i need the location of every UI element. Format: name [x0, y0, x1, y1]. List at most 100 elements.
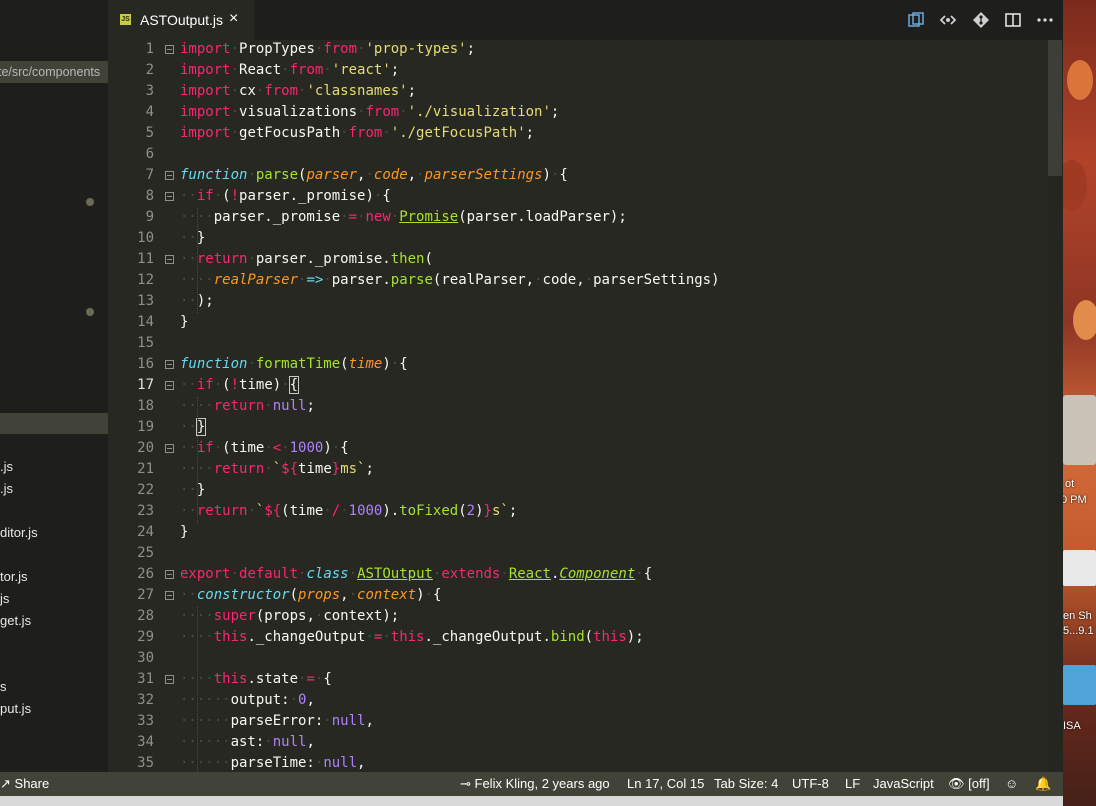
fold-collapse-icon[interactable] [165, 675, 174, 684]
javascript-file-icon: JS [120, 14, 131, 25]
line-number: 10 [137, 230, 154, 246]
code-line[interactable]: 15 [108, 333, 1048, 354]
code-line[interactable]: 30 [108, 648, 1048, 669]
code-line[interactable]: 4 import·visualizations·from·'./visualiza… [108, 102, 1048, 123]
language-mode[interactable]: JavaScript [873, 772, 934, 796]
eye-icon: 👁 [948, 776, 969, 791]
explorer-folder-path[interactable]: te/src/components [0, 61, 108, 83]
code-line[interactable]: 18 ····return·null; [108, 396, 1048, 417]
code-line[interactable]: 9 ····parser._promise·=·new·Promise(parse… [108, 207, 1048, 228]
code-line[interactable]: 22 ··} [108, 480, 1048, 501]
editor-scrollbar-thumb[interactable] [1048, 40, 1062, 176]
code-line[interactable]: 14} [108, 312, 1048, 333]
code-line[interactable]: 6 [108, 144, 1048, 165]
fold-collapse-icon[interactable] [165, 360, 174, 369]
code-text: ····this._changeOutput·=·this._changeOut… [180, 629, 644, 645]
code-line[interactable]: 25 [108, 543, 1048, 564]
code-line[interactable]: 34 ······ast:·null, [108, 732, 1048, 753]
code-line[interactable]: 29 ····this._changeOutput·=·this._changeO… [108, 627, 1048, 648]
more-actions-icon[interactable] [1036, 11, 1054, 29]
code-text: ··if·(time·<·1000)·{ [180, 440, 349, 456]
code-editor[interactable]: 1 import·PropTypes·from·'prop-types'; 2 imp… [108, 40, 1063, 772]
desktop-image-thumbnail[interactable] [1063, 665, 1096, 705]
fold-collapse-icon[interactable] [165, 45, 174, 54]
code-line[interactable]: 5 import·getFocusPath·from·'./getFocusPat… [108, 123, 1048, 144]
explorer-file-item[interactable]: .js [0, 459, 13, 474]
line-number: 6 [145, 146, 154, 162]
code-line[interactable]: 2 import·React·from·'react'; [108, 60, 1048, 81]
code-line[interactable]: 1 import·PropTypes·from·'prop-types'; [108, 40, 1048, 60]
fold-collapse-icon[interactable] [165, 171, 174, 180]
code-line[interactable]: 26 export·default·class·ASTOutput·extends… [108, 564, 1048, 585]
tab-astoutput[interactable]: JS ASTOutput.js × [108, 0, 254, 40]
code-line[interactable]: 3 import·cx·from·'classnames'; [108, 81, 1048, 102]
close-tab-icon[interactable]: × [229, 10, 238, 28]
share-button[interactable]: ↗ Share [0, 772, 49, 796]
desktop-screenshot-thumbnail[interactable] [1063, 550, 1096, 586]
code-line[interactable]: 7 function·parse(parser,·code,·parserSett… [108, 165, 1048, 186]
code-line[interactable]: 32 ······output:·0, [108, 690, 1048, 711]
explorer-file-item[interactable]: s [0, 679, 7, 694]
line-number: 9 [145, 209, 154, 225]
git-icon[interactable] [972, 11, 990, 29]
indent-guide [197, 208, 198, 313]
explorer-file-item[interactable]: .js [0, 481, 13, 496]
line-number: 13 [137, 293, 154, 309]
explorer-file-item[interactable]: put.js [0, 701, 31, 716]
fold-collapse-icon[interactable] [165, 255, 174, 264]
line-number: 14 [137, 314, 154, 330]
split-editor-icon[interactable] [1004, 11, 1022, 29]
code-text: } [180, 314, 189, 330]
line-number: 20 [137, 440, 154, 456]
line-number: 29 [137, 629, 154, 645]
code-line[interactable]: 27 ··constructor(props,·context)·{ [108, 585, 1048, 606]
fold-collapse-icon[interactable] [165, 444, 174, 453]
commit-icon: ⊸ [460, 776, 475, 791]
line-number: 23 [137, 503, 154, 519]
code-line[interactable]: 33 ······parseError:·null, [108, 711, 1048, 732]
explorer-file-item[interactable]: tor.js [0, 569, 27, 584]
code-line[interactable]: 28 ····super(props,·context); [108, 606, 1048, 627]
desktop-file-thumbnail[interactable] [1063, 395, 1096, 465]
code-line[interactable]: 11 ··return·parser._promise.then( [108, 249, 1048, 270]
fold-collapse-icon[interactable] [165, 381, 174, 390]
line-number: 35 [137, 755, 154, 771]
explorer-file-item[interactable]: ditor.js [0, 525, 38, 540]
code-text: ······parseTime:·null, [180, 755, 366, 771]
tab-size[interactable]: Tab Size: 4 [714, 772, 778, 796]
code-text: } [180, 524, 189, 540]
preview-toggle[interactable]: 👁 [off] [948, 772, 990, 796]
explorer-file-item[interactable]: get.js [0, 613, 31, 628]
fold-collapse-icon[interactable] [165, 591, 174, 600]
code-line[interactable]: 24} [108, 522, 1048, 543]
git-blame-item[interactable]: ⊸ Felix Kling, 2 years ago [460, 772, 610, 796]
open-changes-icon[interactable] [907, 11, 925, 29]
end-of-line[interactable]: LF [845, 772, 860, 796]
code-line[interactable]: 17 ··if·(!time)·{ [108, 375, 1048, 396]
encoding[interactable]: UTF-8 [792, 772, 829, 796]
explorer-file-item[interactable]: js [0, 591, 9, 606]
fold-collapse-icon[interactable] [165, 192, 174, 201]
code-line[interactable]: 16 function·formatTime(time)·{ [108, 354, 1048, 375]
explorer-selected-row[interactable] [0, 413, 108, 434]
code-line[interactable]: 8 ··if·(!parser._promise)·{ [108, 186, 1048, 207]
line-number: 21 [137, 461, 154, 477]
code-line[interactable]: 35 ······parseTime:·null, [108, 753, 1048, 772]
fold-collapse-icon[interactable] [165, 570, 174, 579]
line-number: 30 [137, 650, 154, 666]
feedback-smiley-icon[interactable]: ☺ [1005, 772, 1018, 796]
code-text: import·visualizations·from·'./visualizat… [180, 104, 560, 120]
line-number: 33 [137, 713, 154, 729]
cursor-position[interactable]: Ln 17, Col 15 [627, 772, 704, 796]
code-line[interactable]: 19 ··} [108, 417, 1048, 438]
code-line[interactable]: 10 ··} [108, 228, 1048, 249]
notifications-bell-icon[interactable]: 🔔 [1035, 772, 1051, 796]
code-line[interactable]: 12 ····realParser·=>·parser.parse(realPar… [108, 270, 1048, 291]
code-line[interactable]: 20 ··if·(time·<·1000)·{ [108, 438, 1048, 459]
code-line[interactable]: 13 ··); [108, 291, 1048, 312]
code-line[interactable]: 21 ····return·`${time}ms`; [108, 459, 1048, 480]
line-number: 28 [137, 608, 154, 624]
code-line[interactable]: 31 ····this.state·=·{ [108, 669, 1048, 690]
code-line[interactable]: 23 ··return·`${(time·/·1000).toFixed(2)}s… [108, 501, 1048, 522]
compare-icon[interactable] [939, 11, 957, 29]
